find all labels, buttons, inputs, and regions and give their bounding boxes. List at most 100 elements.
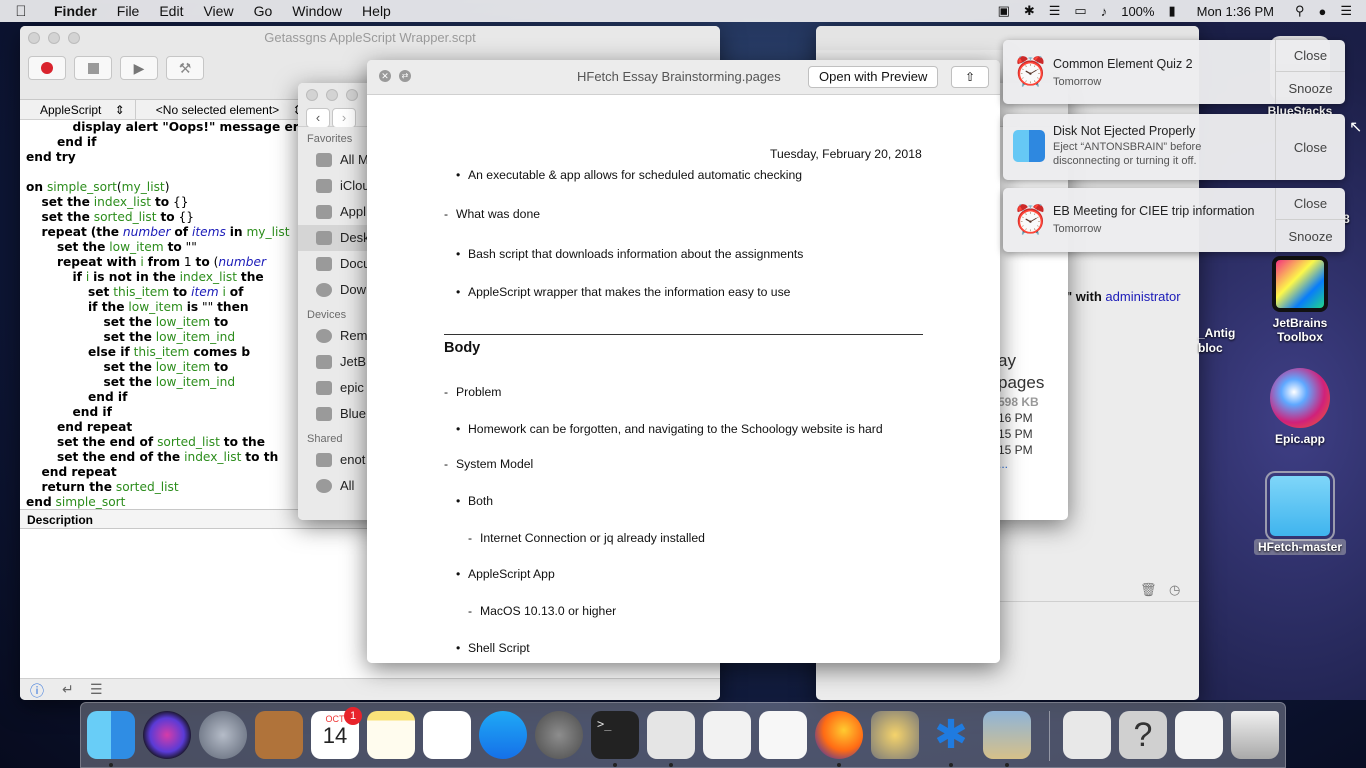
instruments-dock-icon[interactable] [703, 711, 751, 759]
script-editor-dock-icon[interactable] [647, 711, 695, 759]
notification-close-button[interactable]: Close [1276, 40, 1345, 72]
textedit-dock-icon[interactable] [759, 711, 807, 759]
finder-close-button[interactable] [306, 89, 318, 101]
list-icon[interactable]: ☰ [90, 681, 103, 698]
code-token: end repeat [57, 420, 133, 434]
stop-button[interactable] [74, 56, 112, 80]
notification-snooze-button[interactable]: Snooze [1276, 220, 1345, 252]
notes-dock-icon[interactable] [367, 711, 415, 759]
launchpad-dock-icon[interactable] [199, 711, 247, 759]
siri-dock-icon[interactable] [143, 711, 191, 759]
sidebar-item-label: Desk [340, 230, 368, 245]
notification-reminder[interactable]: ⏰ Common Element Quiz 2 Tomorrow Close S… [1003, 40, 1345, 104]
notification-snooze-button[interactable]: Snooze [1276, 72, 1345, 104]
sidebar-item-applications[interactable]: Appl [298, 199, 368, 225]
clock[interactable]: Mon 1:36 PM [1183, 4, 1288, 19]
siri-icon[interactable]: ● [1311, 4, 1333, 19]
keychain-access-dock-icon[interactable] [871, 711, 919, 759]
zoom-window-button[interactable] [68, 32, 80, 44]
desktop-icon-jetbrains-toolbox[interactable]: JetBrains Toolbox [1250, 256, 1350, 344]
fullscreen-icon[interactable]: ⇄ [399, 70, 411, 82]
drive-icon [316, 381, 332, 395]
return-icon[interactable]: ↵ [62, 681, 74, 698]
sidebar-item-jetbrains[interactable]: JetB [298, 349, 368, 375]
bluetooth-dock-icon[interactable]: ✱ [927, 711, 975, 759]
desktop-icon-epic[interactable]: Epic.app [1250, 368, 1350, 446]
firefox-dock-icon[interactable] [815, 711, 863, 759]
element-selector[interactable]: <No selected element> ⇕ [136, 100, 313, 119]
trash-small-icon[interactable]: 🗑 [1140, 582, 1157, 598]
alarm-clock-icon: ⏰ [1013, 204, 1048, 235]
sidebar-item-shared-computer[interactable]: enot [298, 447, 368, 473]
close-icon[interactable]: ✕ [379, 70, 391, 82]
notification-close-button[interactable]: Close [1276, 188, 1345, 220]
sidebar-item-label: enot [340, 452, 366, 467]
desktop-partial-antig[interactable]: _Antig bloc [1198, 326, 1235, 356]
sidebar-item-icloud[interactable]: iClou [298, 173, 368, 199]
menu-help[interactable]: Help [352, 0, 401, 22]
snippet-keyword: " with [1066, 289, 1102, 304]
volume-status-icon[interactable]: ♪ [1094, 4, 1115, 19]
airplay-status-icon[interactable]: ▭ [1067, 3, 1093, 19]
back-button[interactable]: ‹ [306, 108, 330, 128]
sidebar-item-all-my-files[interactable]: All M [298, 147, 368, 173]
compile-button[interactable]: ⚒ [166, 56, 204, 80]
sidebar-item-downloads[interactable]: Dow [298, 277, 368, 303]
reminders-dock-icon[interactable] [423, 711, 471, 759]
sidebar-item-all-shared[interactable]: All [298, 473, 368, 499]
close-window-button[interactable] [28, 32, 40, 44]
contacts-dock-icon[interactable] [255, 711, 303, 759]
sidebar-item-desktop[interactable]: Desk [298, 225, 368, 251]
sidebar-item-remote-disc[interactable]: Rem [298, 323, 368, 349]
menu-view[interactable]: View [193, 0, 243, 22]
sidebar-item-bluestacks[interactable]: Blue [298, 401, 368, 427]
notification-reminder[interactable]: ⏰ EB Meeting for CIEE trip information T… [1003, 188, 1345, 252]
language-selector[interactable]: AppleScript ⇕ [20, 100, 136, 119]
forward-button[interactable]: › [332, 108, 356, 128]
finder-dock-icon[interactable] [87, 711, 135, 759]
sidebar-item-epic[interactable]: epic [298, 375, 368, 401]
bluetooth-status-icon[interactable]: ✱ [1017, 3, 1042, 19]
disk-utility-dock-icon[interactable] [1063, 711, 1111, 759]
history-clock-icon[interactable]: ◷ [1169, 582, 1180, 598]
running-indicator [669, 763, 673, 767]
notification-disk-not-ejected[interactable]: Disk Not Ejected Properly Eject “ANTONSB… [1003, 114, 1345, 180]
notification-center-icon[interactable]: ☰ [1333, 3, 1366, 19]
record-button[interactable] [28, 56, 66, 80]
spotlight-search-icon[interactable]: ⚲ [1288, 3, 1312, 19]
sidebar-item-documents[interactable]: Docu [298, 251, 368, 277]
apple-menu-icon[interactable]:  [0, 3, 42, 20]
battery-percent[interactable]: 100% [1114, 4, 1161, 19]
code-token: items [191, 225, 226, 239]
unknown-app-dock-icon[interactable]: ? [1119, 711, 1167, 759]
preview-more-link[interactable]: ... [998, 457, 1044, 471]
battery-icon[interactable]: ▮ [1161, 3, 1182, 19]
downloads-stack-dock-icon[interactable] [1175, 711, 1223, 759]
menu-window[interactable]: Window [282, 0, 352, 22]
code-token: low_item_ind [155, 330, 236, 344]
menu-file[interactable]: File [107, 0, 150, 22]
app-menu[interactable]: Finder [42, 0, 107, 22]
notification-close-button[interactable]: Close [1276, 114, 1345, 180]
info-icon[interactable]: ⓘ [30, 681, 44, 700]
box-status-icon[interactable]: ▣ [991, 3, 1017, 19]
desktop-icon-hfetch-master[interactable]: HFetch-master [1250, 471, 1350, 555]
terminal-dock-icon[interactable]: >_ [591, 711, 639, 759]
system-preferences-dock-icon[interactable] [535, 711, 583, 759]
preview-opened: 15 PM [998, 443, 1033, 457]
finder-minimize-button[interactable] [326, 89, 338, 101]
trash-dock-icon[interactable] [1231, 711, 1279, 759]
minimize-window-button[interactable] [48, 32, 60, 44]
code-token: the [240, 270, 264, 284]
wifi-status-icon[interactable]: ☰ [1042, 3, 1068, 19]
open-with-preview-button[interactable]: Open with Preview [808, 66, 939, 88]
notification-subtitle: Eject “ANTONSBRAIN” before disconnecting… [1053, 141, 1202, 167]
share-icon[interactable]: ⇧ [951, 66, 989, 88]
app-store-dock-icon[interactable] [479, 711, 527, 759]
desktop-icon-label: Epic.app [1274, 432, 1325, 446]
run-button[interactable]: ▶ [120, 56, 158, 80]
menu-go[interactable]: Go [244, 0, 283, 22]
menu-edit[interactable]: Edit [149, 0, 193, 22]
preview-dock-icon[interactable] [983, 711, 1031, 759]
finder-zoom-button[interactable] [346, 89, 358, 101]
